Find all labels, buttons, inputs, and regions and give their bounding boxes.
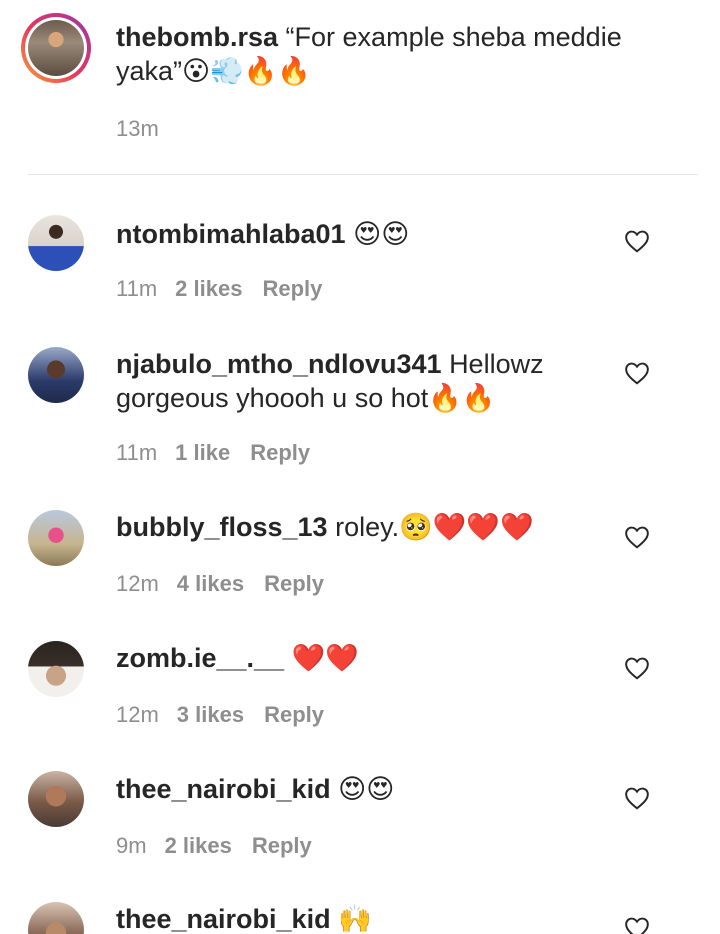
avatar[interactable] xyxy=(28,902,84,934)
comments-page: thebomb.rsa “For example sheba meddie ya… xyxy=(0,0,720,934)
caption-time: 13m xyxy=(116,116,159,141)
heart-outline-icon[interactable] xyxy=(624,229,650,253)
comment-meta: 12m 4 likes Reply xyxy=(116,571,324,597)
comment-text: bubbly_floss_13 roley.🥺❤️❤️❤️ xyxy=(116,510,586,544)
comment-text: thee_nairobi_kid 🙌 xyxy=(116,902,586,934)
avatar[interactable] xyxy=(28,641,84,697)
comment-likes[interactable]: 1 like xyxy=(175,440,230,465)
heart-outline-icon[interactable] xyxy=(624,916,650,934)
comment-body: 🙌 xyxy=(338,904,372,934)
comment-text: zomb.ie__.__ ❤️❤️ xyxy=(116,641,586,675)
comment-likes[interactable]: 4 likes xyxy=(177,571,244,596)
divider xyxy=(28,174,698,175)
comment-username[interactable]: njabulo_mtho_ndlovu341 xyxy=(116,349,442,379)
caption-meta: 13m xyxy=(116,116,159,142)
comment-body: 😍😍 xyxy=(353,219,410,249)
comment-body: ❤️❤️ xyxy=(291,643,359,673)
avatar[interactable] xyxy=(28,20,84,76)
comment-username[interactable]: thee_nairobi_kid xyxy=(116,904,331,934)
comment-username[interactable]: thee_nairobi_kid xyxy=(116,774,331,804)
comment-meta: 12m 3 likes Reply xyxy=(116,702,324,728)
comment-likes[interactable]: 3 likes xyxy=(177,702,244,727)
reply-button[interactable]: Reply xyxy=(250,440,310,465)
reply-button[interactable]: Reply xyxy=(264,571,324,596)
comment-time: 11m xyxy=(116,440,158,465)
heart-outline-icon[interactable] xyxy=(624,786,650,810)
comment-text: thee_nairobi_kid 😍😍 xyxy=(116,772,586,806)
avatar[interactable] xyxy=(28,510,84,566)
avatar[interactable] xyxy=(28,771,84,827)
comment-time: 9m xyxy=(116,833,147,858)
caption-username[interactable]: thebomb.rsa xyxy=(116,22,278,52)
comment-username[interactable]: ntombimahlaba01 xyxy=(116,219,346,249)
comment-meta: 11m 2 likes Reply xyxy=(116,276,322,302)
heart-outline-icon[interactable] xyxy=(624,525,650,549)
reply-button[interactable]: Reply xyxy=(264,702,324,727)
avatar[interactable] xyxy=(28,215,84,271)
comment-meta: 9m 2 likes Reply xyxy=(116,833,312,859)
heart-outline-icon[interactable] xyxy=(624,656,650,680)
comment-time: 12m xyxy=(116,571,159,596)
heart-outline-icon[interactable] xyxy=(624,361,650,385)
comment-body: roley.🥺❤️❤️❤️ xyxy=(335,512,534,542)
comment-likes[interactable]: 2 likes xyxy=(165,833,232,858)
comment-time: 12m xyxy=(116,702,159,727)
comment-text: njabulo_mtho_ndlovu341 Hellowz gorgeous … xyxy=(116,347,586,415)
comment-username[interactable]: bubbly_floss_13 xyxy=(116,512,328,542)
comment-likes[interactable]: 2 likes xyxy=(175,276,242,301)
reply-button[interactable]: Reply xyxy=(252,833,312,858)
comment-meta: 11m 1 like Reply xyxy=(116,440,310,466)
reply-button[interactable]: Reply xyxy=(262,276,322,301)
comment-text: ntombimahlaba01 😍😍 xyxy=(116,217,586,251)
comment-username[interactable]: zomb.ie__.__ xyxy=(116,643,284,673)
avatar[interactable] xyxy=(28,347,84,403)
comment-time: 11m xyxy=(116,276,158,301)
caption-text: thebomb.rsa “For example sheba meddie ya… xyxy=(116,20,636,88)
comment-body: 😍😍 xyxy=(338,774,395,804)
